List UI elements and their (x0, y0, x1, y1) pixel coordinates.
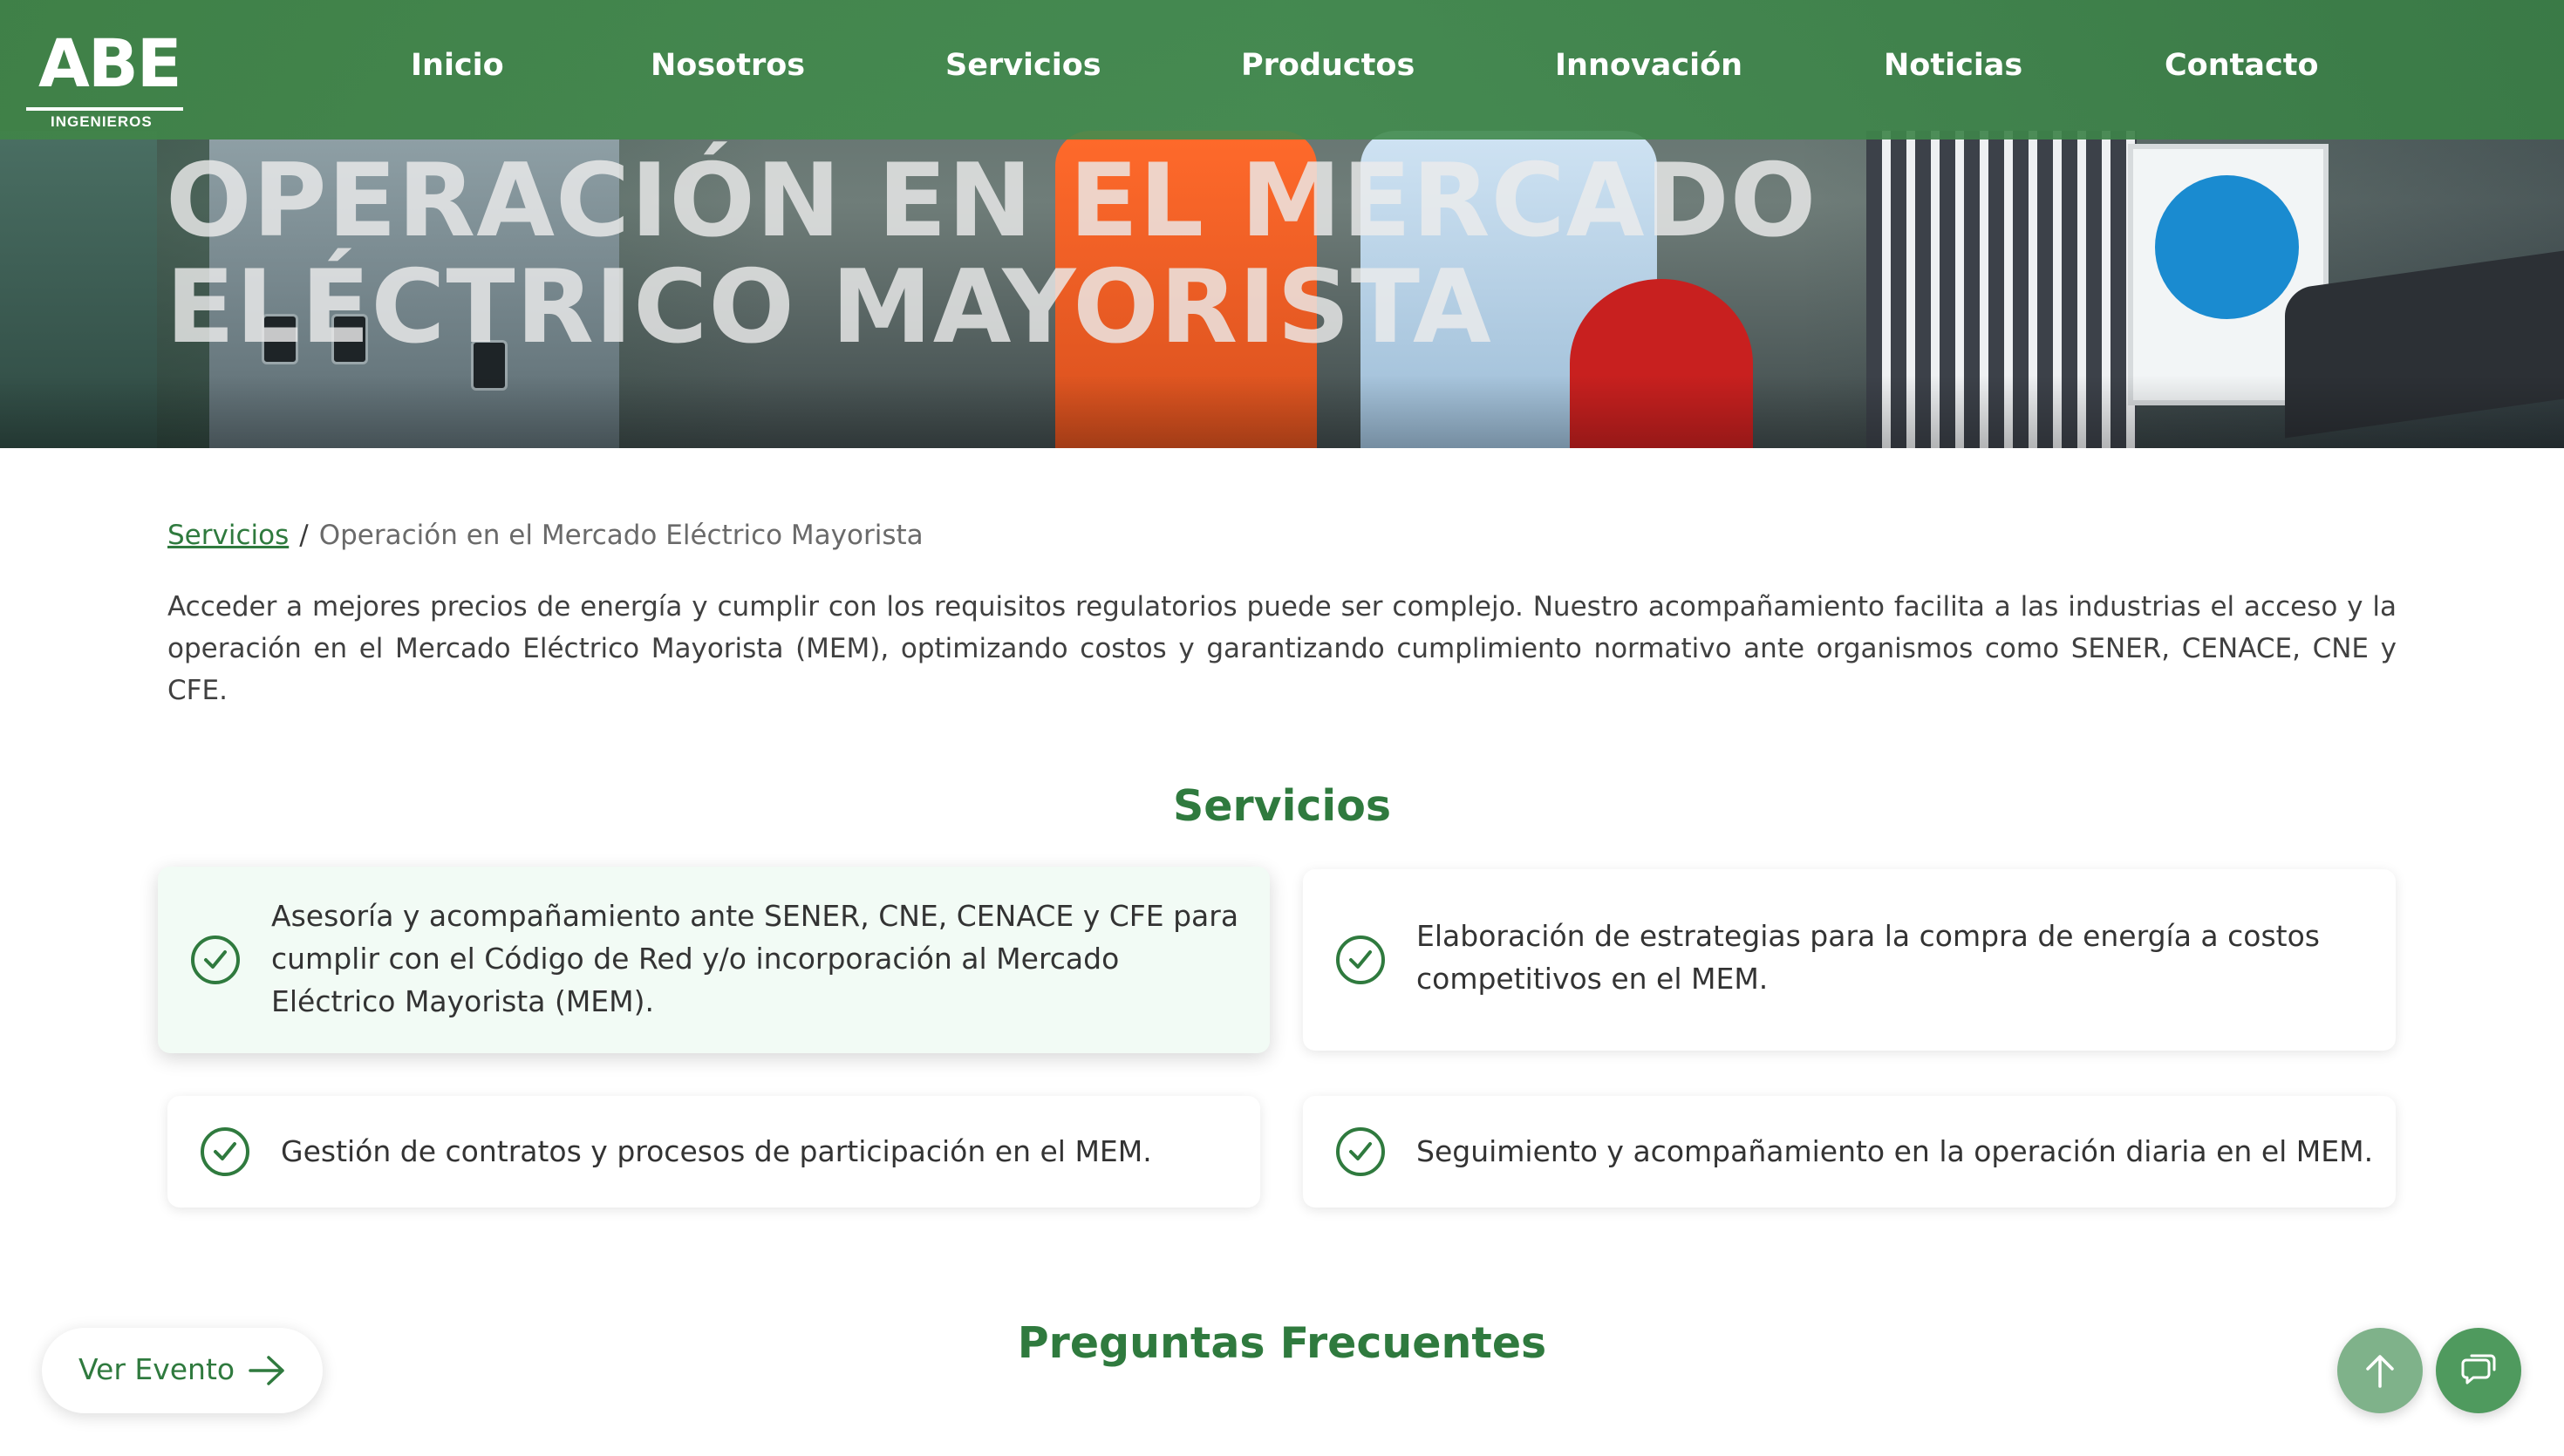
scroll-top-button[interactable] (2337, 1328, 2423, 1413)
service-card[interactable]: Seguimiento y acompañamiento en la opera… (1303, 1096, 2396, 1208)
nav-link-innovacion[interactable]: Innovación (1555, 48, 1742, 92)
faq-title: Preguntas Frecuentes (1017, 1318, 1547, 1368)
nav-link-productos[interactable]: Productos (1241, 48, 1415, 92)
logo-underline (26, 107, 183, 111)
nav-link-nosotros[interactable]: Nosotros (651, 48, 805, 92)
check-circle-icon (1336, 936, 1385, 984)
arrow-right-icon (248, 1354, 286, 1391)
ver-evento-button[interactable]: Ver Evento (42, 1328, 323, 1413)
nav-link-inicio[interactable]: Inicio (411, 48, 504, 92)
check-circle-icon (201, 1127, 249, 1176)
top-navbar: ABE INGENIEROS Inicio Nosotros Servicios… (0, 0, 2564, 139)
service-card[interactable]: Gestión de contratos y procesos de parti… (167, 1096, 1260, 1208)
breadcrumb: Servicios / Operación en el Mercado Eléctr… (167, 520, 924, 551)
breadcrumb-separator: / (299, 520, 309, 551)
nav-link-contacto[interactable]: Contacto (2165, 48, 2319, 92)
check-circle-icon (1336, 1127, 1385, 1176)
check-circle-icon (191, 936, 240, 984)
nav-link-servicios[interactable]: Servicios (945, 48, 1101, 92)
services-title: Servicios (1172, 781, 1392, 831)
breadcrumb-current: Operación en el Mercado Eléctrico Mayori… (318, 520, 924, 551)
logo-mark: ABE (38, 24, 182, 102)
hero-title-line: OPERACIÓN EN EL MERCADO (166, 142, 1817, 260)
service-text: Asesoría y acompañamiento ante SENER, CN… (271, 899, 1239, 1018)
hero-shadow (0, 375, 2564, 448)
chat-button[interactable] (2436, 1328, 2521, 1413)
intro-paragraph: Acceder a mejores precios de energía y c… (167, 591, 2397, 706)
hero-title: OPERACIÓN EN EL MERCADO ELÉCTRICO MAYORI… (166, 148, 2084, 361)
service-card[interactable]: Asesoría y acompañamiento ante SENER, CN… (158, 867, 1270, 1053)
service-card[interactable]: Elaboración de estrategias para la compr… (1303, 869, 2396, 1051)
logo[interactable]: ABE INGENIEROS (26, 17, 188, 130)
logo-subtitle: INGENIEROS (51, 113, 153, 130)
service-text: Gestión de contratos y procesos de parti… (281, 1134, 1152, 1168)
hero-title-line: ELÉCTRICO MAYORISTA (166, 248, 1492, 366)
sign-circle-icon (2155, 175, 2299, 319)
ver-evento-label: Ver Evento (78, 1352, 235, 1386)
breadcrumb-link-servicios[interactable]: Servicios (167, 520, 289, 551)
nav-link-noticias[interactable]: Noticias (1884, 48, 2022, 92)
service-text: Elaboración de estrategias para la compr… (1416, 919, 2320, 996)
service-text: Seguimiento y acompañamiento en la opera… (1416, 1134, 2374, 1168)
